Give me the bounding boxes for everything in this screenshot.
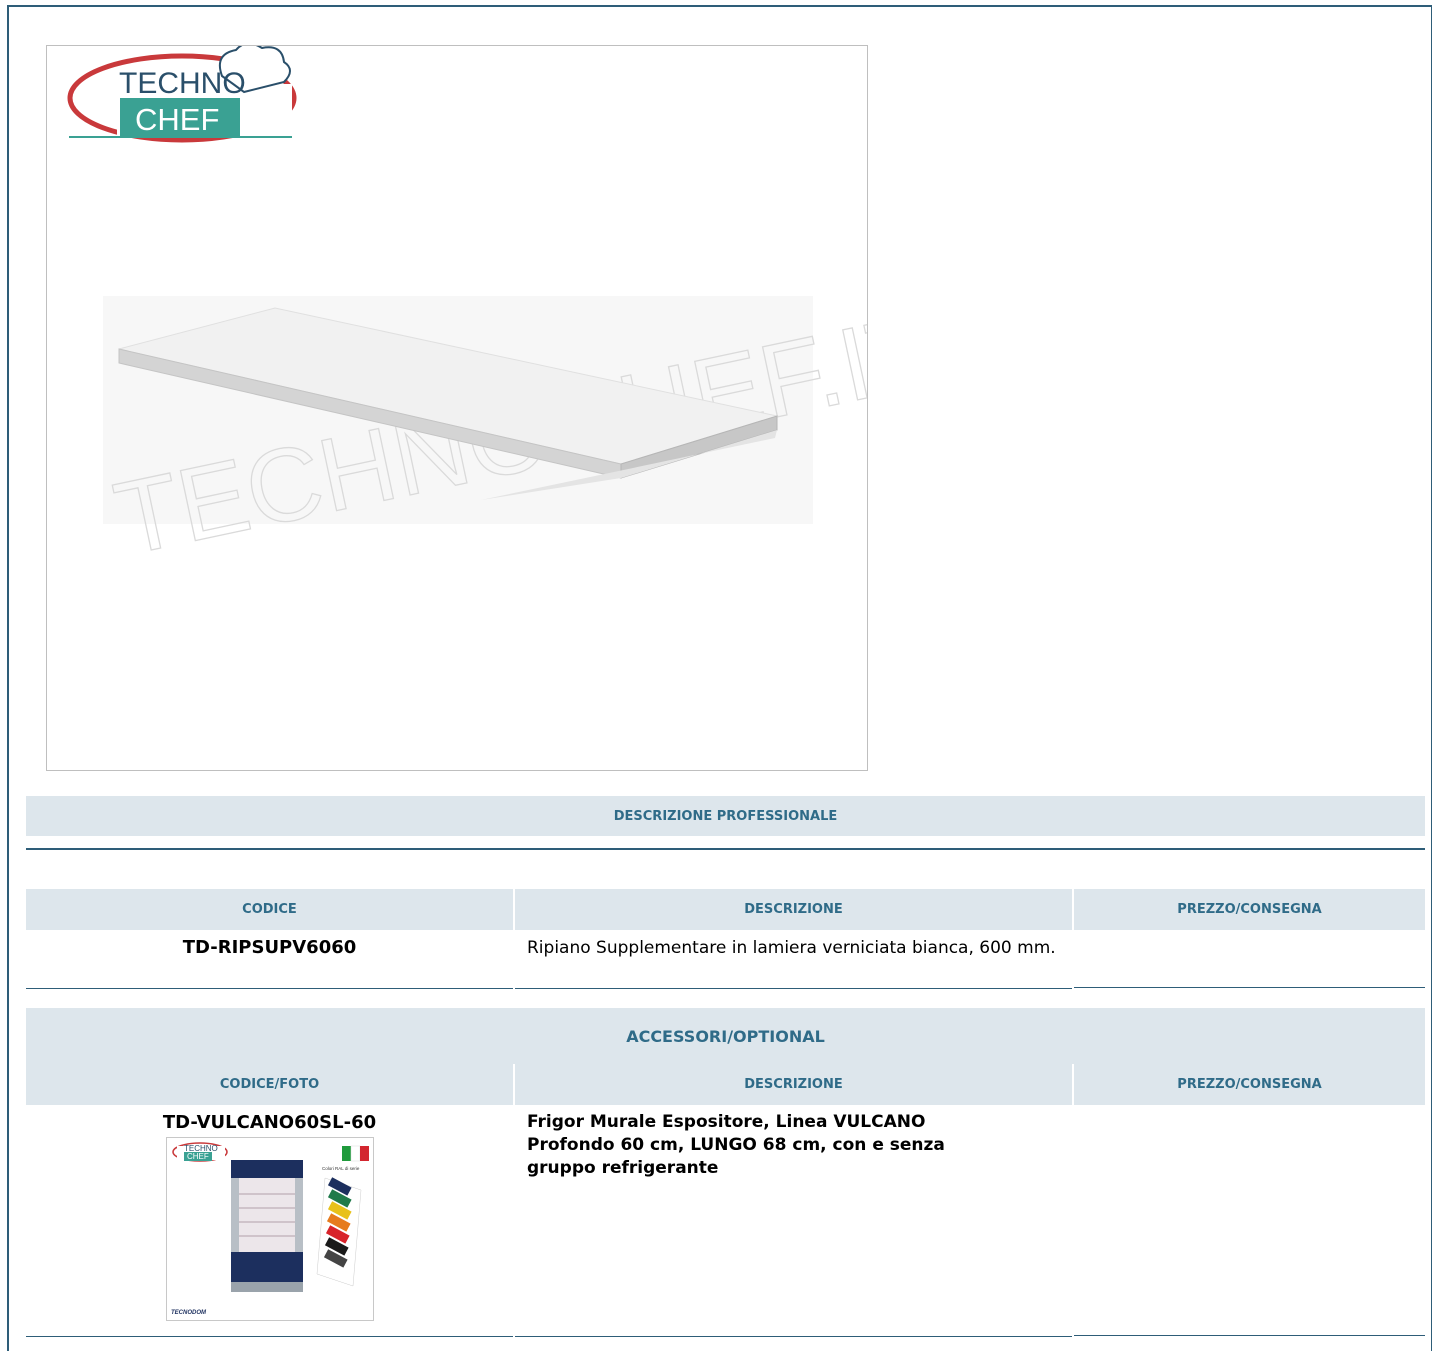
product-code: TD-RIPSUPV6060 [182,937,357,958]
row-divider [515,988,1072,989]
thumb-caption: Colori RAL di serie [322,1166,360,1171]
section-divider [26,848,1425,850]
accessory-thumbnail[interactable]: TECHNO CHEF Colori RAL di serie TECNODOM [166,1137,374,1321]
column-header-codice: CODICE [26,889,513,930]
technochef-logo: TECHNO CHEF [67,46,297,143]
italy-flag-icon [342,1145,369,1162]
refrigerator-illustration: TECHNO CHEF Colori RAL di serie TECNODOM [171,1142,369,1316]
row-divider [1074,1335,1425,1336]
thumb-logo: TECHNO CHEF [172,1142,228,1162]
column-header-descrizione: DESCRIZIONE [515,889,1072,930]
professional-description-header: DESCRIZIONE PROFESSIONALE [26,796,1425,836]
column-header-prezzo: PREZZO/CONSEGNA [1074,889,1425,930]
row-divider [515,1336,1072,1337]
professional-description-title: DESCRIZIONE PROFESSIONALE [613,808,838,824]
column-header-descrizione: DESCRIZIONE [515,1064,1072,1105]
logo-text-top: TECHNO [119,67,246,100]
accessories-title: ACCESSORI/OPTIONAL [626,1026,825,1046]
row-divider [1074,987,1425,988]
accessory-code[interactable]: TD-VULCANO60SL-60 [26,1112,513,1133]
thumb-brand: TECNODOM [171,1310,207,1316]
accessories-header: ACCESSORI/OPTIONAL [26,1008,1425,1064]
row-divider [26,1336,513,1337]
accessory-description[interactable]: Frigor Murale Espositore, Linea VULCANO … [527,1111,1007,1180]
logo-text-bottom: CHEF [135,102,219,137]
product-description: Ripiano Supplementare in lamiera vernici… [527,938,1056,958]
row-divider [26,988,513,989]
column-header-prezzo: PREZZO/CONSEGNA [1074,1064,1425,1105]
column-header-codice-foto: CODICE/FOTO [26,1064,513,1105]
ral-colour-swatches [316,1177,362,1287]
product-image[interactable]: TECHNO CHEF TECHNOCHEF.IT [46,45,868,771]
product-illustration: TECHNO CHEF TECHNOCHEF.IT [67,46,867,579]
thumb-logo-bottom: CHEF [187,1152,209,1161]
